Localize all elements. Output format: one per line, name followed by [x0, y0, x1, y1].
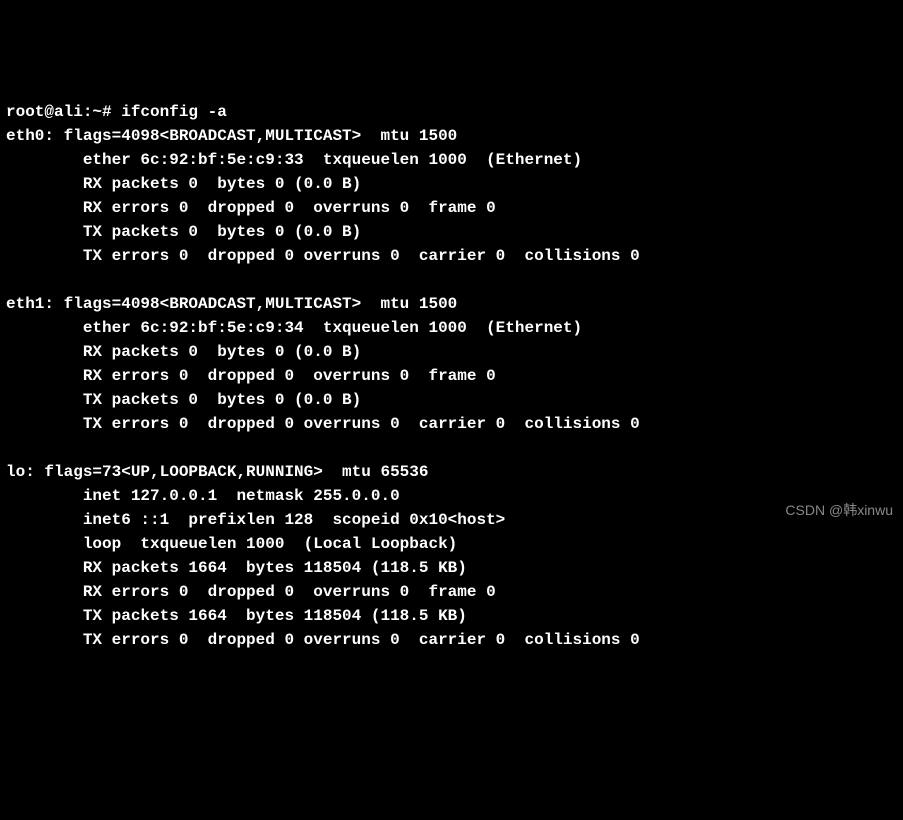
blank-line-2 — [6, 436, 897, 460]
eth1-rx-errors: RX errors 0 dropped 0 overruns 0 frame 0 — [6, 364, 897, 388]
lo-loop: loop txqueuelen 1000 (Local Loopback) — [6, 532, 897, 556]
eth0-tx-errors: TX errors 0 dropped 0 overruns 0 carrier… — [6, 244, 897, 268]
eth1-ether: ether 6c:92:bf:5e:c9:34 txqueuelen 1000 … — [6, 316, 897, 340]
command-text: ifconfig -a — [121, 103, 227, 121]
lo-inet6: inet6 ::1 prefixlen 128 scopeid 0x10<hos… — [6, 508, 897, 532]
lo-rx-packets: RX packets 1664 bytes 118504 (118.5 KB) — [6, 556, 897, 580]
eth0-rx-packets: RX packets 0 bytes 0 (0.0 B) — [6, 172, 897, 196]
lo-tx-packets: TX packets 1664 bytes 118504 (118.5 KB) — [6, 604, 897, 628]
lo-rx-errors: RX errors 0 dropped 0 overruns 0 frame 0 — [6, 580, 897, 604]
blank-line-1 — [6, 268, 897, 292]
eth0-rx-errors: RX errors 0 dropped 0 overruns 0 frame 0 — [6, 196, 897, 220]
terminal-output: root@ali:~# ifconfig -aeth0: flags=4098<… — [6, 100, 897, 652]
eth0-header: eth0: flags=4098<BROADCAST,MULTICAST> mt… — [6, 124, 897, 148]
eth1-header: eth1: flags=4098<BROADCAST,MULTICAST> mt… — [6, 292, 897, 316]
lo-header: lo: flags=73<UP,LOOPBACK,RUNNING> mtu 65… — [6, 460, 897, 484]
eth1-tx-errors: TX errors 0 dropped 0 overruns 0 carrier… — [6, 412, 897, 436]
eth0-ether: ether 6c:92:bf:5e:c9:33 txqueuelen 1000 … — [6, 148, 897, 172]
lo-tx-errors: TX errors 0 dropped 0 overruns 0 carrier… — [6, 628, 897, 652]
lo-inet: inet 127.0.0.1 netmask 255.0.0.0 — [6, 484, 897, 508]
eth0-tx-packets: TX packets 0 bytes 0 (0.0 B) — [6, 220, 897, 244]
watermark: CSDN @韩xinwu — [785, 500, 893, 521]
eth1-rx-packets: RX packets 0 bytes 0 (0.0 B) — [6, 340, 897, 364]
shell-prompt: root@ali:~# — [6, 103, 121, 121]
eth1-tx-packets: TX packets 0 bytes 0 (0.0 B) — [6, 388, 897, 412]
command-line[interactable]: root@ali:~# ifconfig -a — [6, 100, 897, 124]
